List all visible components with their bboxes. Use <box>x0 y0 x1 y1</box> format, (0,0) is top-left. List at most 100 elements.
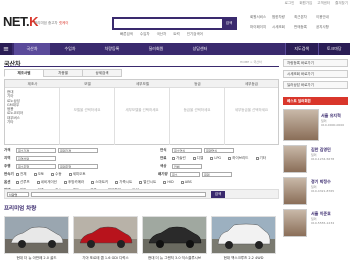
checkbox[interactable] <box>16 172 19 176</box>
option-checkbox[interactable]: ABS <box>180 180 195 184</box>
fuel-option[interactable]: 하이브리드 <box>228 156 251 160</box>
checkbox[interactable] <box>192 156 196 160</box>
checkbox[interactable] <box>255 156 259 160</box>
utility-link[interactable]: 공지사항 <box>316 25 338 30</box>
logo[interactable]: NET.K <box>3 15 39 28</box>
nav-domestic[interactable]: 국산차 <box>14 43 50 55</box>
checkbox[interactable] <box>16 180 19 184</box>
support-link[interactable]: 고객센터 <box>317 1 330 6</box>
car-card[interactable]: 현대 맥스크루즈 2.2 4WD <box>211 216 276 264</box>
nav-talk[interactable]: 토크마당 <box>317 43 350 55</box>
car-photo[interactable] <box>211 216 276 254</box>
quick-link[interactable]: 빠른검색 <box>120 32 133 37</box>
keyword-input[interactable] <box>31 192 206 197</box>
option-checkbox[interactable]: 선루프 <box>16 180 33 184</box>
max-mileage-select[interactable]: 최대주행 <box>58 164 98 169</box>
checkbox[interactable] <box>139 180 143 184</box>
search-box[interactable]: 검색 <box>112 17 237 30</box>
option-checkbox[interactable]: HID <box>163 180 176 184</box>
quick-link[interactable]: 인기검색어 <box>187 32 203 37</box>
option-checkbox[interactable]: 네비게이션 <box>36 180 60 184</box>
region-select[interactable]: 지역선택 <box>16 156 56 161</box>
menu-icon[interactable]: ≡ <box>0 43 12 55</box>
signup-link[interactable]: 회원가입 <box>299 1 312 6</box>
sidebar-button[interactable]: 차량등록 바로가기 <box>283 59 348 67</box>
checkbox[interactable] <box>115 180 119 184</box>
car-card[interactable]: 현대 더 뉴 아반떼 2.0 골드 <box>4 216 69 264</box>
bookmark-link[interactable]: 즐겨찾기 <box>335 1 348 6</box>
utility-link[interactable]: 시세조회 <box>272 25 294 30</box>
utility-link[interactable]: 회원서비스 <box>250 15 272 20</box>
checkbox[interactable] <box>36 180 40 184</box>
option-checkbox[interactable]: 후방카메라 <box>64 180 87 184</box>
checkbox[interactable] <box>91 180 95 184</box>
login-link[interactable]: 로그인 <box>285 1 295 6</box>
maker-item[interactable]: 기타 <box>7 120 23 124</box>
transmission-option[interactable]: 세미오토 <box>68 172 89 176</box>
fuel-option[interactable]: 가솔린 <box>172 156 189 160</box>
car-photo[interactable] <box>73 216 138 254</box>
checkbox[interactable] <box>210 156 214 160</box>
utility-link[interactable]: 찜한차량 <box>272 15 294 20</box>
transmission-option[interactable]: 오토 <box>33 172 47 176</box>
transmission-option[interactable]: 수동 <box>51 172 64 176</box>
max-year-select[interactable]: 최대연식 <box>204 148 234 153</box>
tab-detail[interactable]: 상세검색 <box>82 69 122 77</box>
quick-link[interactable]: 수입차 <box>140 32 150 37</box>
min-cc-select[interactable]: 최소 <box>170 172 200 177</box>
utility-link[interactable]: 이용안내 <box>316 15 338 20</box>
checkbox[interactable] <box>68 172 72 176</box>
nav-register[interactable]: 차량등록 <box>92 43 132 55</box>
max-price-select[interactable]: 최대가격 <box>58 148 98 153</box>
nav-map-search[interactable]: 지도검색 <box>285 43 318 55</box>
tab-maker[interactable]: 제조사별 <box>4 69 44 77</box>
transmission-option[interactable]: 전체 <box>16 172 29 176</box>
sidebar-button[interactable]: 시세조회 바로가기 <box>283 70 348 78</box>
car-photo[interactable] <box>4 216 69 254</box>
nav-consult[interactable]: 상담센터 <box>180 43 220 55</box>
option-checkbox[interactable]: 가죽시트 <box>115 180 135 184</box>
utility-link[interactable]: 마이페이지 <box>250 25 272 30</box>
dealer-photo[interactable] <box>283 109 319 141</box>
checkbox[interactable] <box>163 180 167 184</box>
dealer-photo[interactable] <box>283 209 307 237</box>
checkbox[interactable] <box>51 172 55 176</box>
grade-column[interactable]: 등급을 선택하세요 <box>170 88 225 145</box>
car-card[interactable]: 기아 포르테 쿱 1.6 GDi 디럭스 <box>73 216 138 264</box>
keyword-search-button[interactable]: 검색 <box>211 191 225 198</box>
filter-label: 연식 <box>160 148 167 152</box>
min-price-select[interactable]: 최소가격 <box>16 148 56 153</box>
search-type-select[interactable]: 차량명 <box>7 192 29 197</box>
car-photo[interactable] <box>142 216 207 254</box>
checkbox[interactable] <box>228 156 232 160</box>
sidebar-button[interactable]: 딜러상담 바로가기 <box>283 81 348 89</box>
tab-type[interactable]: 차종별 <box>43 69 83 77</box>
quick-link[interactable]: 국산차 <box>157 32 167 37</box>
car-card[interactable]: 현대 더 뉴 그랜저 3.0 익스클루시브 <box>142 216 207 264</box>
search-button[interactable]: 검색 <box>222 18 236 29</box>
max-cc-select[interactable]: 최대 <box>202 172 232 177</box>
checkbox[interactable] <box>172 156 175 160</box>
checkbox[interactable] <box>33 172 37 176</box>
dealer-photo[interactable] <box>283 177 307 205</box>
color-select[interactable]: 전체 <box>172 164 202 169</box>
utility-link[interactable]: 최근본차 <box>294 15 316 20</box>
subgrade-column[interactable]: 세부등급을 선택하세요 <box>225 88 278 145</box>
min-mileage-select[interactable]: 최소주행 <box>16 164 56 169</box>
option-checkbox[interactable]: 열선시트 <box>139 180 159 184</box>
dealer-photo[interactable] <box>283 145 307 173</box>
fuel-option[interactable]: 디젤 <box>192 156 206 160</box>
min-year-select[interactable]: 최소연식 <box>172 148 202 153</box>
nav-dealer[interactable]: 딜러회원 <box>136 43 176 55</box>
quick-link[interactable]: 트럭 <box>173 32 179 37</box>
utility-link[interactable]: 판매등록 <box>294 25 316 30</box>
checkbox[interactable] <box>64 180 68 184</box>
submodel-column[interactable]: 세부모델을 선택하세요 <box>115 88 170 145</box>
fuel-option[interactable]: 기타 <box>255 156 269 160</box>
option-label: 수동 <box>55 172 62 176</box>
fuel-option[interactable]: LPG <box>210 156 224 160</box>
nav-import[interactable]: 수입차 <box>52 43 88 55</box>
option-checkbox[interactable]: 스마트키 <box>91 180 111 184</box>
checkbox[interactable] <box>180 180 184 184</box>
model-column[interactable]: 모델을 선택하세요 <box>60 88 115 145</box>
